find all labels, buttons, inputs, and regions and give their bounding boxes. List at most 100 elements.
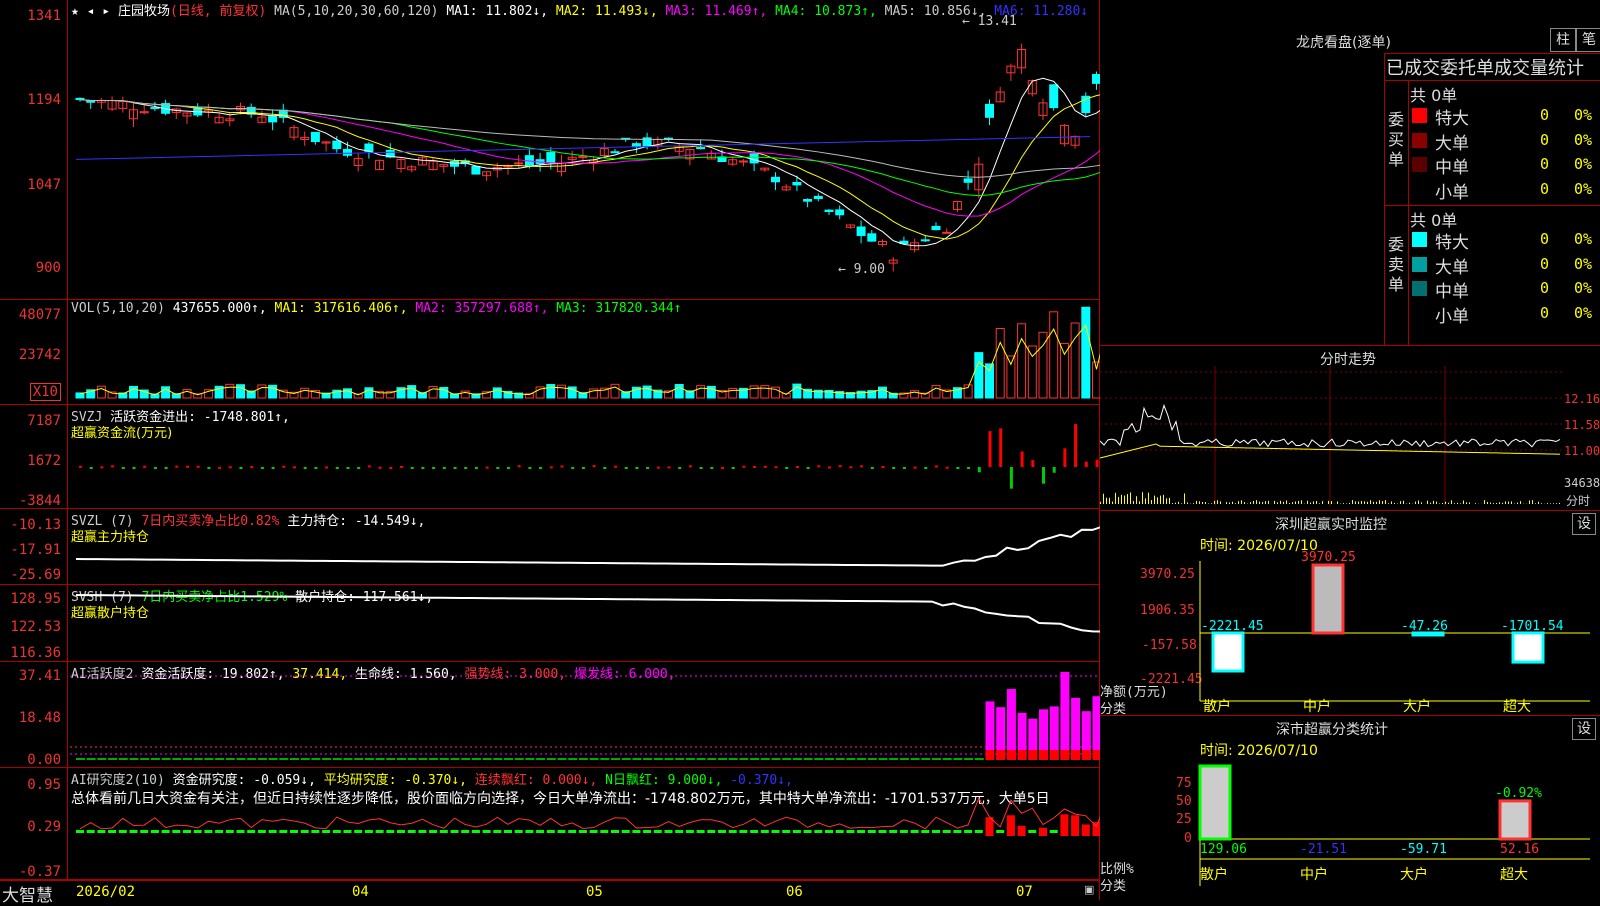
sz-monitor-chart: -2221.45散户3970.25中户-47.26大户-1701.54超大 bbox=[1100, 511, 1600, 716]
research-line bbox=[80, 798, 1100, 829]
active-bar bbox=[675, 758, 684, 760]
research-bar bbox=[964, 830, 972, 833]
intraday-vol-bar bbox=[1193, 503, 1194, 504]
flow-bar bbox=[282, 466, 285, 468]
intraday-vol-bar bbox=[1418, 501, 1419, 504]
pen-view-button[interactable]: 笔 bbox=[1576, 28, 1600, 52]
intraday-vol-bar bbox=[1118, 497, 1119, 504]
stats-tab[interactable]: 已成交委托单成交量统计 bbox=[1386, 54, 1584, 80]
research-bar bbox=[130, 830, 138, 833]
intraday-vol-bar bbox=[1274, 501, 1275, 504]
flow-bar bbox=[678, 467, 681, 469]
stock-chart-area[interactable]: 1341 1194 1047 900 ★ ◂ ▸ 庄园牧场(日线, 前复权) M… bbox=[0, 0, 1100, 900]
intraday-vol-bar bbox=[1157, 497, 1158, 504]
intraday-panel[interactable]: 分时走势 12.16 11.58 11.00 34638 分时 bbox=[1100, 345, 1600, 510]
volume-bar bbox=[1018, 324, 1026, 398]
sell-row-count: 0 bbox=[1540, 255, 1549, 273]
intraday-vol-bar bbox=[1508, 502, 1509, 504]
flow-bar bbox=[486, 467, 489, 469]
intraday-chart[interactable] bbox=[1100, 346, 1600, 511]
active-bar bbox=[429, 758, 438, 760]
active-bar bbox=[932, 758, 941, 760]
net-value-label: 3970.25 bbox=[1301, 550, 1356, 565]
intraday-vol-bar bbox=[1427, 501, 1428, 504]
intraday-vol-bar bbox=[1520, 501, 1521, 504]
candle-body bbox=[986, 104, 994, 117]
volume-panel[interactable]: 48077 23742 X10 VOL(5,10,20) 437655.000↑… bbox=[0, 300, 1100, 405]
intraday-vol-bar bbox=[1355, 501, 1356, 504]
active-bar bbox=[258, 758, 267, 760]
research-bar bbox=[846, 830, 854, 833]
volume-bar bbox=[258, 385, 266, 398]
flow-bar bbox=[614, 466, 617, 468]
intraday-vol-bar bbox=[1385, 500, 1386, 504]
research-bar bbox=[483, 830, 491, 833]
flow-bar bbox=[1010, 467, 1013, 489]
intraday-vol-bar bbox=[1493, 503, 1494, 504]
flow-bar bbox=[1021, 451, 1024, 467]
volume-bar bbox=[558, 385, 566, 398]
buy-row-pct: 0% bbox=[1574, 106, 1592, 124]
research-bar bbox=[600, 830, 608, 833]
buy-row-count: 0 bbox=[1540, 131, 1549, 149]
intraday-vol-bar bbox=[1151, 500, 1152, 504]
research-bar bbox=[547, 830, 555, 833]
ai-research-panel[interactable]: 0.95 0.29 -0.37 AI研究度2(10) 资金研究度: -0.059… bbox=[0, 768, 1100, 880]
flow-bar bbox=[550, 466, 553, 468]
intraday-vol-bar bbox=[1391, 501, 1392, 504]
intraday-vol-bar bbox=[1139, 501, 1140, 504]
buy-row-swatch bbox=[1412, 108, 1427, 123]
intraday-vol-bar bbox=[1328, 501, 1329, 504]
intraday-vol-bar bbox=[1475, 503, 1476, 504]
svzl-panel[interactable]: -10.13 -17.91 -25.69 SVZL (7) 7日内买卖净占比0.… bbox=[0, 509, 1100, 585]
active-base bbox=[1028, 750, 1037, 760]
ratio-bar bbox=[1200, 766, 1230, 839]
column-view-button[interactable]: 柱 bbox=[1550, 28, 1576, 52]
active-bar bbox=[686, 758, 695, 760]
research-bar bbox=[1082, 824, 1090, 836]
flow-bar bbox=[882, 466, 885, 468]
flow-bar bbox=[700, 467, 703, 469]
net-value-label: -2221.45 bbox=[1201, 619, 1264, 634]
flow-bar bbox=[475, 467, 478, 469]
intraday-vol-bar bbox=[1265, 501, 1266, 504]
ai-active-panel[interactable]: 37.41 18.48 0.00 AI活跃度2 资金活跃度: 19.802↑, … bbox=[0, 662, 1100, 768]
price-panel[interactable]: 1341 1194 1047 900 ★ ◂ ▸ 庄园牧场(日线, 前复权) M… bbox=[0, 0, 1100, 300]
intraday-vol-bar bbox=[1538, 502, 1539, 504]
active-bar bbox=[1007, 689, 1016, 760]
intraday-vol-bar bbox=[1343, 503, 1344, 504]
intraday-vol-bar bbox=[1442, 503, 1443, 504]
active-bar bbox=[365, 758, 374, 760]
flow-bar bbox=[250, 466, 253, 468]
svzj-panel[interactable]: 7187 1672 -3844 SVZJ 活跃资金进出: -1748.801↑,… bbox=[0, 405, 1100, 509]
active-bar bbox=[376, 758, 385, 760]
active-bar bbox=[461, 758, 470, 760]
research-bar bbox=[1060, 814, 1068, 836]
sell-order-label: 委卖单 bbox=[1388, 235, 1406, 295]
candlestick-chart[interactable] bbox=[0, 0, 1100, 300]
active-bar bbox=[836, 758, 845, 760]
intraday-vol-bar bbox=[1277, 502, 1278, 504]
research-bar bbox=[183, 830, 191, 833]
intraday-vol-bar bbox=[1202, 502, 1203, 504]
intraday-vol-tick: 34638 bbox=[1564, 476, 1600, 490]
active-bar bbox=[354, 758, 363, 760]
buy-row-pct: 0% bbox=[1574, 155, 1592, 173]
active-bar bbox=[900, 758, 909, 760]
intraday-vol-bar bbox=[1409, 503, 1410, 504]
flow-bar bbox=[710, 467, 713, 469]
lock-icon[interactable]: ▣ bbox=[1084, 883, 1094, 896]
research-bar bbox=[333, 830, 341, 833]
research-bar bbox=[750, 830, 758, 833]
intraday-vol-bar bbox=[1319, 503, 1320, 504]
sell-row-swatch bbox=[1412, 232, 1427, 247]
candle-body bbox=[750, 154, 758, 163]
intraday-tick: 12.16 bbox=[1564, 392, 1600, 406]
active-bar bbox=[814, 758, 823, 760]
intraday-vol-bar bbox=[1466, 502, 1467, 504]
svsh-panel[interactable]: 128.95 122.53 116.36 SVSH (7) 7日内买卖净占比1.… bbox=[0, 585, 1100, 662]
intraday-vol-bar bbox=[1217, 500, 1218, 504]
intraday-vol-bar bbox=[1253, 501, 1254, 504]
active-base bbox=[986, 750, 995, 760]
intraday-vol-bar bbox=[1307, 501, 1308, 504]
